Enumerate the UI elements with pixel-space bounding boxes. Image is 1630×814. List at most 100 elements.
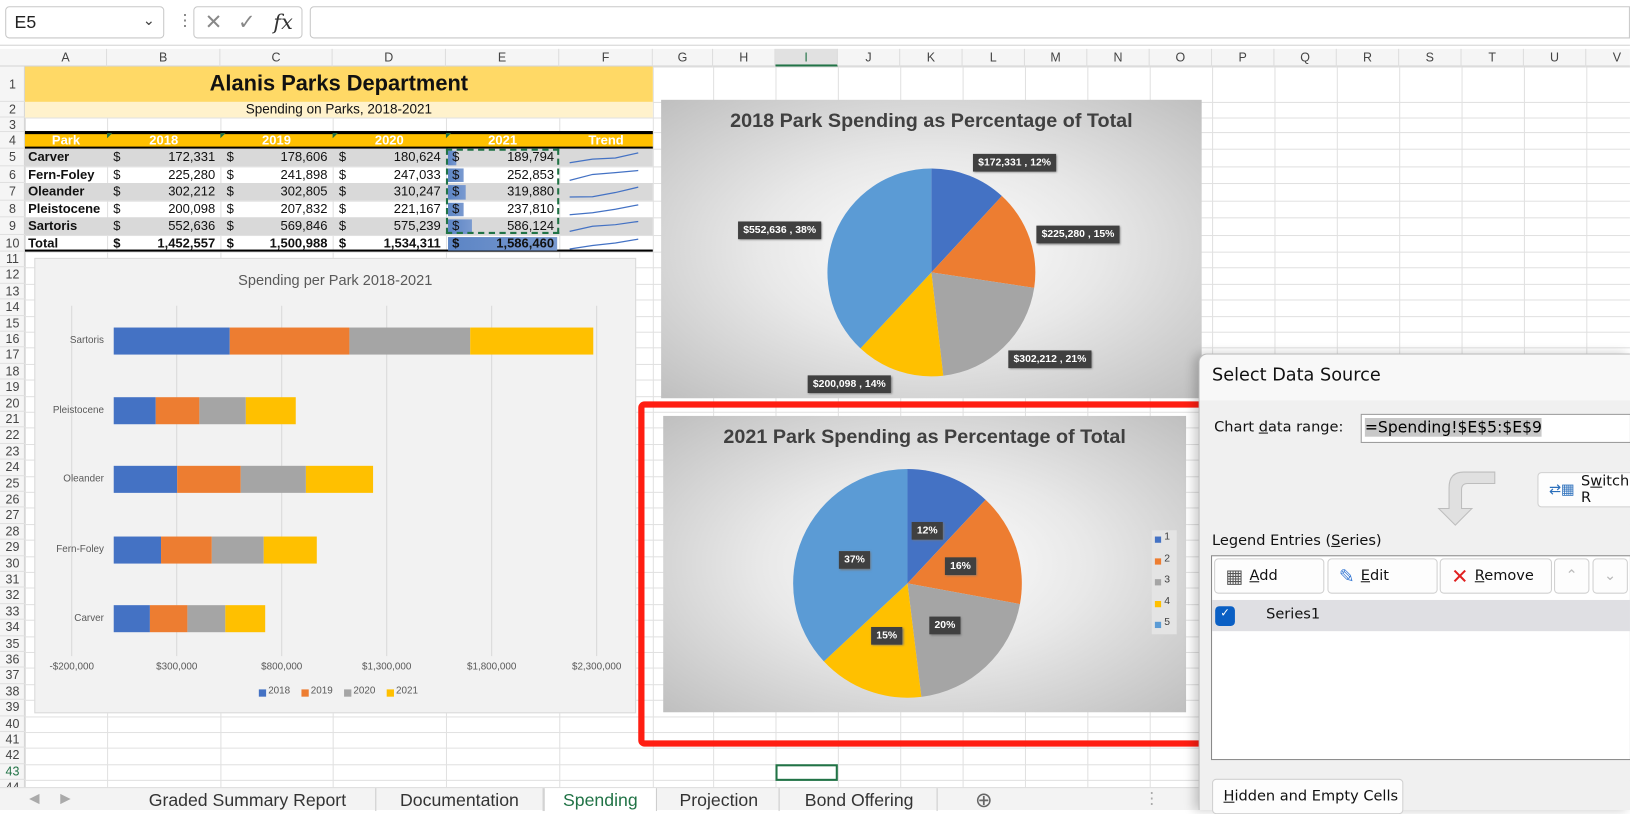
formula-input[interactable] (309, 6, 1630, 39)
row-header-20[interactable]: 20 (0, 396, 25, 412)
chevron-down-icon[interactable]: ⌄ (143, 11, 155, 29)
legend-label[interactable]: 2019 (311, 685, 333, 696)
move-up-button[interactable]: ⌃ (1554, 558, 1590, 594)
value-cell[interactable]: 241,898 (220, 166, 327, 183)
park-name[interactable]: Carver (28, 149, 69, 166)
column-header-t[interactable]: T (1462, 48, 1524, 67)
column-header-i[interactable]: I (775, 48, 838, 67)
column-header-o[interactable]: O (1150, 48, 1213, 67)
row-header-34[interactable]: 34 (0, 620, 25, 636)
header-2021[interactable]: 2021 (446, 132, 559, 149)
column-header-h[interactable]: H (713, 48, 776, 67)
legend-label[interactable]: 2018 (268, 685, 290, 696)
column-header-d[interactable]: D (333, 48, 446, 67)
data-label[interactable]: $302,212 , 21% (1008, 350, 1092, 369)
tab-documentation[interactable]: Documentation (376, 788, 544, 812)
column-header-p[interactable]: P (1212, 48, 1275, 67)
row-header-14[interactable]: 14 (0, 300, 25, 316)
value-cell[interactable]: 207,832 (220, 200, 327, 217)
row-header-28[interactable]: 28 (0, 524, 25, 540)
tab-scroll-left-icon[interactable]: ◀ (29, 790, 39, 807)
column-header-r[interactable]: R (1337, 48, 1400, 67)
tab-graded-summary-report[interactable]: Graded Summary Report (120, 788, 377, 812)
row-header-5[interactable]: 5 (0, 149, 25, 166)
row-header-33[interactable]: 33 (0, 604, 25, 620)
column-header-c[interactable]: C (220, 48, 333, 67)
series-checkbox[interactable]: ✓ (1215, 606, 1235, 626)
hidden-empty-cells-button[interactable]: Hidden and Empty Cells (1212, 778, 1404, 814)
row-header-40[interactable]: 40 (0, 716, 25, 733)
bar-chart-spending-per-park[interactable]: Spending per Park 2018-2021 -$200,000 $300… (34, 257, 637, 714)
header-2019[interactable]: 2019 (220, 132, 332, 149)
header-trend[interactable]: Trend (559, 132, 653, 149)
park-name[interactable]: Oleander (28, 183, 84, 200)
row-header-11[interactable]: 11 (0, 252, 25, 268)
row-header-25[interactable]: 25 (0, 476, 25, 492)
row-header-15[interactable]: 15 (0, 316, 25, 332)
legend-label[interactable]: 2020 (353, 685, 375, 696)
sheet-subtitle[interactable]: Spending on Parks, 2018-2021 (25, 101, 653, 118)
row-header-38[interactable]: 38 (0, 684, 25, 700)
pie-chart-2018[interactable]: 2018 Park Spending as Percentage of Tota… (661, 99, 1202, 399)
row-header-16[interactable]: 16 (0, 332, 25, 348)
remove-series-button[interactable]: ✕ Remove (1439, 558, 1552, 594)
tab-projection[interactable]: Projection (659, 788, 780, 812)
data-label[interactable]: $225,280 , 15% (1036, 225, 1120, 244)
column-header-b[interactable]: B (107, 48, 221, 67)
row-header-4[interactable]: 4 (0, 132, 25, 149)
value-cell[interactable]: 221,167 (333, 200, 441, 217)
row-header-24[interactable]: 24 (0, 460, 25, 476)
value-cell[interactable]: 310,247 (333, 183, 441, 200)
column-header-l[interactable]: L (963, 48, 1025, 67)
value-cell[interactable]: 200,098 (107, 200, 215, 217)
value-cell[interactable]: 1,500,988 (220, 234, 328, 251)
data-label[interactable]: $552,636 , 38% (738, 221, 822, 240)
row-header-39[interactable]: 39 (0, 700, 25, 716)
row-header-27[interactable]: 27 (0, 508, 25, 524)
selected-cell-i43[interactable] (775, 764, 838, 781)
sheet-title[interactable]: Alanis Parks Department (25, 71, 653, 98)
tab-scroll-right-icon[interactable]: ▶ (60, 790, 70, 807)
value-cell[interactable]: 1,534,311 (333, 234, 441, 251)
value-cell[interactable]: 1,586,460 (446, 234, 554, 251)
row-header-43[interactable]: 43 (0, 764, 25, 781)
data-label[interactable]: $172,331 , 12% (972, 153, 1057, 172)
edit-series-button[interactable]: ✎ Edit (1327, 558, 1438, 594)
column-header-m[interactable]: M (1025, 48, 1088, 67)
row-header-37[interactable]: 37 (0, 668, 25, 684)
row-header-18[interactable]: 18 (0, 364, 25, 380)
row-header-32[interactable]: 32 (0, 588, 25, 604)
row-header-9[interactable]: 9 (0, 217, 25, 235)
row-header-2[interactable]: 2 (0, 102, 25, 118)
tab-bond-offering[interactable]: Bond Offering (782, 788, 938, 812)
header-park[interactable]: Park (25, 132, 107, 149)
row-header-10[interactable]: 10 (0, 234, 25, 252)
enter-icon[interactable]: ✓ (238, 9, 255, 35)
legend-label[interactable]: 2021 (396, 685, 418, 696)
row-header-41[interactable]: 41 (0, 732, 25, 749)
switch-row-column-button[interactable]: ⇄▦ Switch R (1537, 472, 1630, 508)
park-name[interactable]: Fern-Foley (28, 166, 94, 183)
value-cell[interactable]: 552,636 (107, 217, 215, 234)
column-header-k[interactable]: K (900, 48, 963, 67)
header-2020[interactable]: 2020 (333, 132, 446, 149)
column-header-u[interactable]: U (1524, 48, 1587, 67)
row-header-3[interactable]: 3 (0, 117, 25, 133)
legend-entries-list[interactable]: ▦ Add ✎ Edit ✕ Remove ⌃ ⌄ ✓ Series1 (1211, 555, 1630, 761)
row-header-36[interactable]: 36 (0, 652, 25, 668)
column-header-j[interactable]: J (838, 48, 901, 67)
tab-spending[interactable]: Spending (543, 788, 657, 812)
row-header-6[interactable]: 6 (0, 166, 25, 184)
function-icon[interactable]: fx (273, 9, 292, 34)
name-box[interactable]: E5 ⌄ (5, 6, 165, 39)
row-header-1[interactable]: 1 (0, 67, 25, 102)
column-header-f[interactable]: F (559, 48, 653, 67)
row-header-17[interactable]: 17 (0, 348, 25, 364)
add-series-button[interactable]: ▦ Add (1214, 558, 1325, 594)
value-cell[interactable]: 247,033 (333, 166, 441, 183)
value-cell[interactable]: 1,452,557 (107, 234, 215, 251)
tab-more-icon[interactable]: ⋮ (1143, 788, 1160, 809)
data-label[interactable]: $200,098 , 14% (807, 375, 891, 394)
value-cell[interactable]: 178,606 (220, 149, 327, 166)
value-cell[interactable]: 569,846 (220, 217, 327, 234)
